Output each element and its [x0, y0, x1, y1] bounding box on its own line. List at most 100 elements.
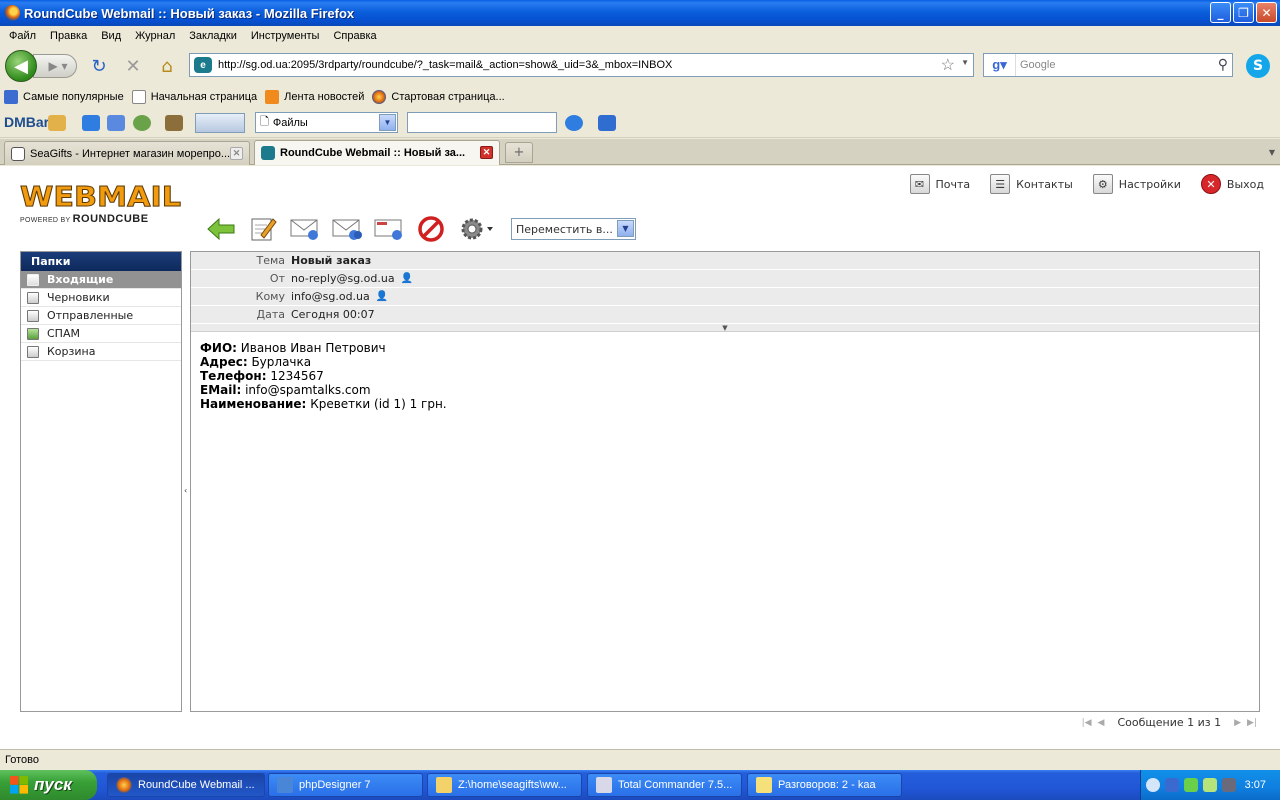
url-dropdown-icon[interactable]: ▼ — [961, 58, 969, 67]
flower-icon[interactable] — [1203, 778, 1217, 792]
recipient-address[interactable]: info@sg.od.ua — [291, 290, 370, 303]
home-icon[interactable]: ⌂ — [156, 56, 178, 77]
bookmark-folder-icon — [4, 90, 18, 104]
nav-logout[interactable]: ✕ Выход — [1200, 174, 1264, 194]
body-line: Наименование: Креветки (id 1) 1 грн. — [200, 397, 447, 411]
add-contact-icon[interactable]: 👤 — [376, 291, 388, 302]
bookmark-start-page[interactable]: Стартовая страница... — [372, 90, 505, 104]
window-title-bar[interactable]: RoundCube Webmail :: Новый заказ - Mozil… — [0, 0, 1280, 26]
headers-toggle-icon[interactable]: ▼ — [191, 324, 1259, 332]
body-line: Телефон: 1234567 — [200, 369, 324, 383]
dmbar-category-select[interactable]: 🗋 Файлы ▼ — [255, 112, 398, 133]
back-to-list-button[interactable] — [205, 214, 237, 244]
nav-settings[interactable]: ⚙ Настройки — [1092, 174, 1181, 194]
new-tab-button[interactable]: + — [505, 142, 533, 163]
menu-tools[interactable]: Инструменты — [244, 30, 327, 42]
folder-drafts[interactable]: Черновики — [21, 289, 181, 307]
page-icon — [11, 146, 25, 161]
dmbar-tool-icon[interactable] — [48, 115, 66, 131]
tab-list-dropdown-icon[interactable]: ▼ — [1264, 141, 1280, 163]
search-box[interactable]: g▾ Google ⚲ — [983, 53, 1233, 77]
task-roundcube[interactable]: RoundCube Webmail ... — [107, 773, 265, 797]
panel-splitter-handle[interactable]: ‹ — [184, 486, 188, 495]
webmail-logo[interactable]: WEBMAIL POWERED BY ROUNDCUBE — [19, 182, 181, 225]
bookmark-news-feed[interactable]: Лента новостей — [265, 90, 364, 104]
icq-icon[interactable] — [1184, 778, 1198, 792]
first-page-icon[interactable]: |◀ — [1082, 718, 1092, 728]
move-to-folder-select[interactable]: Переместить в... ▼ — [511, 218, 636, 240]
more-actions-button[interactable] — [457, 214, 495, 244]
bookmark-most-visited[interactable]: Самые популярные — [4, 90, 124, 104]
inbox-icon — [27, 273, 39, 286]
settings-icon: ⚙ — [1092, 174, 1113, 194]
dmbar-search-icon[interactable] — [565, 115, 583, 131]
dmbar-search-input[interactable] — [407, 112, 557, 133]
chevron-down-icon: ▼ — [617, 220, 634, 237]
sender-address[interactable]: no-reply@sg.od.ua — [291, 272, 395, 285]
nav-mail[interactable]: ✉ Почта — [909, 174, 970, 194]
folder-sent[interactable]: Отправленные — [21, 307, 181, 325]
globe-icon[interactable] — [133, 115, 151, 131]
forward-button[interactable]: ▶ ▾ — [33, 54, 77, 78]
menu-bookmarks[interactable]: Закладки — [182, 30, 244, 42]
menu-view[interactable]: Вид — [94, 30, 128, 42]
minimize-button[interactable]: _ — [1210, 2, 1231, 23]
folder-spam[interactable]: СПАМ — [21, 325, 181, 343]
tab-seagifts[interactable]: SeaGifts - Интернет магазин морепро... ✕ — [4, 141, 250, 165]
close-window-button[interactable]: ✕ — [1256, 2, 1277, 23]
add-icon[interactable] — [82, 115, 100, 131]
menu-edit[interactable]: Правка — [43, 30, 94, 42]
status-text: Готово — [5, 753, 39, 766]
tab-roundcube[interactable]: RoundCube Webmail :: Новый за... ✕ — [254, 140, 500, 165]
folder-trash[interactable]: Корзина — [21, 343, 181, 361]
menu-file[interactable]: Файл — [2, 30, 43, 42]
header-from-row: От no-reply@sg.od.ua 👤 — [191, 270, 1259, 288]
last-page-icon[interactable]: ▶| — [1247, 718, 1257, 728]
reply-all-button[interactable] — [331, 214, 363, 244]
folder-inbox[interactable]: Входящие — [21, 271, 181, 289]
menu-help[interactable]: Справка — [326, 30, 383, 42]
stop-icon[interactable]: ✕ — [122, 56, 144, 77]
menu-history[interactable]: Журнал — [128, 30, 182, 42]
monitor-icon[interactable] — [1222, 778, 1236, 792]
tab-strip: SeaGifts - Интернет магазин морепро... ✕… — [0, 139, 1280, 165]
windows-icon[interactable] — [107, 115, 125, 131]
task-phpdesigner[interactable]: phpDesigner 7 — [268, 773, 423, 797]
search-icon[interactable]: ⚲ — [1218, 56, 1228, 73]
add-contact-icon[interactable]: 👤 — [401, 273, 413, 284]
task-conversations[interactable]: Разговоров: 2 - kaa — [747, 773, 902, 797]
task-total-commander[interactable]: Total Commander 7.5... — [587, 773, 742, 797]
tray-expand-icon[interactable] — [1146, 778, 1160, 792]
network-icon[interactable] — [1165, 778, 1179, 792]
prev-page-icon[interactable]: ◀ — [1098, 718, 1105, 728]
download-manager-icon[interactable] — [165, 115, 183, 131]
bookmark-star-icon[interactable]: ☆ — [941, 55, 955, 75]
next-page-icon[interactable]: ▶ — [1234, 718, 1241, 728]
start-button[interactable]: пуск — [0, 770, 97, 800]
nav-contacts[interactable]: ☰ Контакты — [990, 174, 1073, 194]
dmbar-download-icon[interactable] — [598, 115, 616, 131]
task-explorer[interactable]: Z:\home\seagifts\ww... — [427, 773, 582, 797]
bookmark-home-page[interactable]: Начальная страница — [131, 90, 257, 104]
back-arrow-icon — [207, 217, 235, 241]
address-url: http://sg.od.ua:2095/3rdparty/roundcube/… — [218, 59, 673, 71]
reload-icon[interactable]: ↻ — [88, 56, 110, 77]
forward-message-button[interactable] — [373, 214, 405, 244]
google-engine-icon[interactable]: g▾ — [984, 54, 1016, 76]
back-button[interactable]: ◀ — [5, 50, 37, 82]
rss-icon — [265, 90, 280, 104]
search-placeholder: Google — [1020, 59, 1056, 71]
maximize-button[interactable]: ❐ — [1233, 2, 1254, 23]
compose-button[interactable] — [247, 214, 279, 244]
dmbar-logo[interactable]: DMBar — [4, 114, 49, 130]
tab-close-icon[interactable]: ✕ — [480, 146, 493, 159]
delete-icon — [418, 216, 444, 242]
tab-close-icon[interactable]: ✕ — [230, 147, 243, 160]
skype-icon[interactable]: S — [1246, 54, 1270, 78]
dmbar-slider[interactable] — [195, 113, 245, 133]
reply-button[interactable] — [289, 214, 321, 244]
address-bar[interactable]: e http://sg.od.ua:2095/3rdparty/roundcub… — [189, 53, 974, 77]
spam-icon — [27, 327, 39, 340]
delete-button[interactable] — [415, 214, 447, 244]
reply-icon — [290, 219, 318, 240]
